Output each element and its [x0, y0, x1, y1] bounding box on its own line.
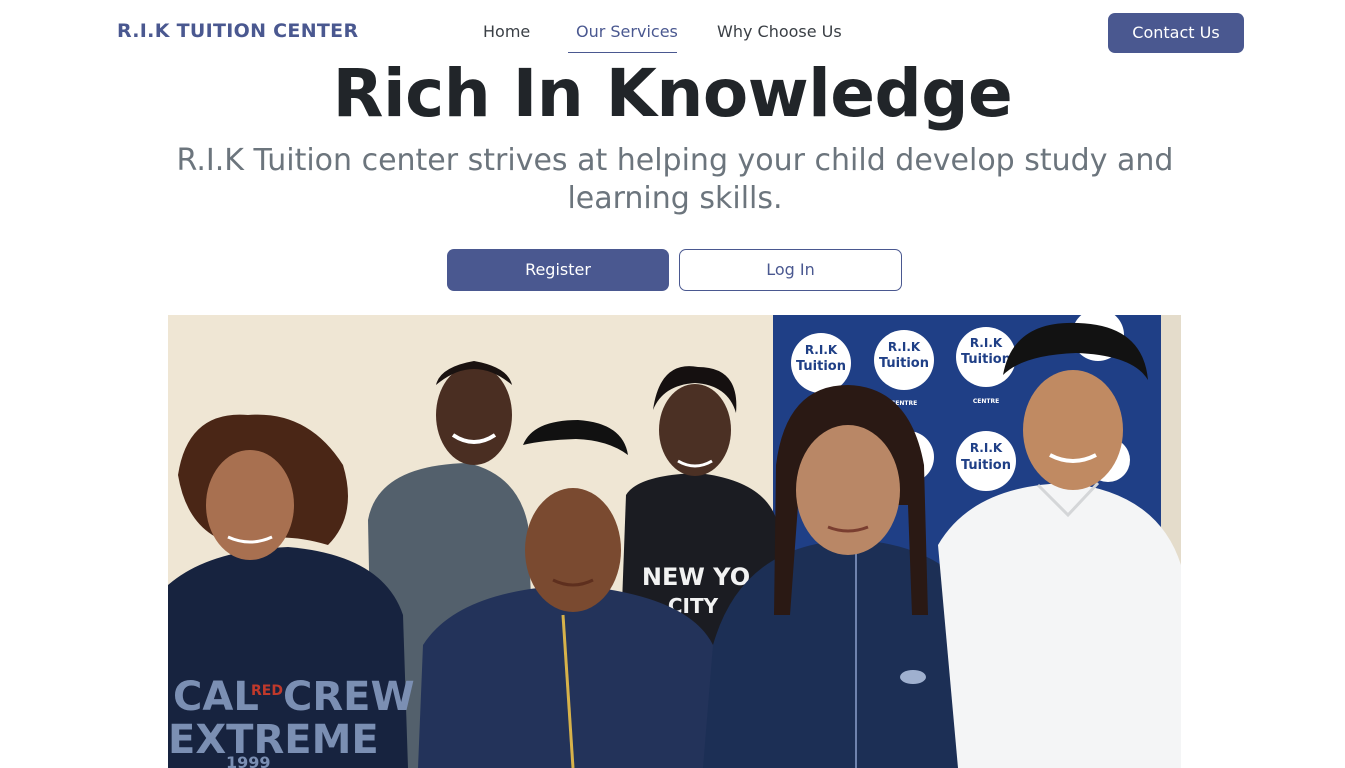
svg-text:1999: 1999 — [226, 753, 271, 768]
nav-link-our-services[interactable]: Our Services — [576, 22, 678, 41]
svg-text:R.I.K: R.I.K — [970, 336, 1003, 350]
svg-text:R.I.K: R.I.K — [805, 343, 838, 357]
svg-text:NEW YO: NEW YO — [642, 563, 750, 591]
students-group-photo: R.I.K Tuition R.I.K Tuition CENTRE R.I.K… — [168, 315, 1181, 768]
hero-title: Rich In Knowledge — [332, 55, 1013, 132]
nav-link-why-choose-us[interactable]: Why Choose Us — [717, 22, 842, 41]
brand-logo-text[interactable]: R.I.K TUITION CENTER — [117, 20, 358, 42]
svg-text:Tuition: Tuition — [879, 356, 929, 371]
hero-subtitle: R.I.K Tuition center strives at helping … — [176, 143, 1174, 216]
nav-link-home[interactable]: Home — [483, 22, 530, 41]
svg-text:CREW: CREW — [283, 674, 415, 720]
contact-us-button[interactable]: Contact Us — [1108, 13, 1244, 53]
svg-text:Tuition: Tuition — [961, 458, 1011, 473]
svg-text:Tuition: Tuition — [961, 352, 1011, 367]
svg-text:R.I.K: R.I.K — [888, 340, 921, 354]
login-button[interactable]: Log In — [679, 249, 902, 291]
svg-text:Tuition: Tuition — [796, 359, 846, 374]
register-button[interactable]: Register — [447, 249, 669, 291]
nav-active-underline — [568, 52, 677, 53]
svg-text:CENTRE: CENTRE — [973, 398, 999, 405]
svg-text:CAL: CAL — [173, 674, 259, 720]
svg-text:EXTREME: EXTREME — [168, 717, 379, 763]
svg-text:R.I.K: R.I.K — [970, 441, 1003, 455]
svg-text:RED: RED — [251, 683, 283, 699]
students-photo-illustration: R.I.K Tuition R.I.K Tuition CENTRE R.I.K… — [168, 315, 1181, 768]
